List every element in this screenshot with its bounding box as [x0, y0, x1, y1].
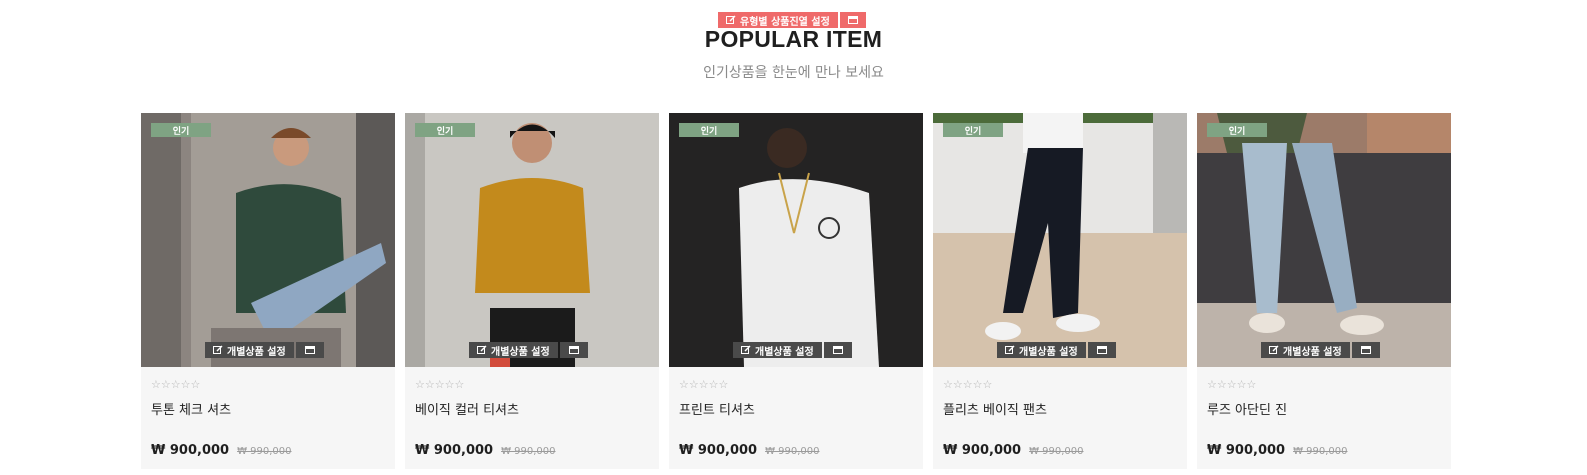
original-price: ₩ 990,000 [1029, 446, 1084, 457]
rating-stars: ☆☆☆☆☆ [415, 378, 465, 391]
item-settings: 개별상품 설정 [997, 342, 1116, 358]
sale-price: ₩ 900,000 [679, 443, 758, 458]
original-price: ₩ 990,000 [765, 446, 820, 457]
section-subtitle: 인기상품을 한눈에 만나 보세요 [703, 65, 884, 81]
window-icon [1096, 346, 1107, 354]
rating-stars: ☆☆☆☆☆ [943, 378, 993, 391]
badge-popular: 인기 [415, 123, 475, 137]
item-edit-label: 개별상품 설정 [755, 346, 814, 358]
item-edit-label: 개별상품 설정 [1019, 346, 1078, 358]
badge-popular: 인기 [1207, 123, 1267, 137]
sale-price: ₩ 900,000 [943, 443, 1022, 458]
window-icon [304, 346, 315, 354]
product-photo [669, 113, 923, 367]
edit-icon [213, 345, 223, 354]
edit-icon [726, 15, 736, 24]
edit-icon [741, 345, 751, 354]
sale-price: ₩ 900,000 [151, 443, 230, 458]
product-card[interactable]: 인기 개별상품 설정 ☆☆☆☆☆ 투톤 체크 셔츠 ₩ 900,000 ₩ 99… [141, 113, 395, 469]
item-edit-button[interactable]: 개별상품 설정 [733, 342, 822, 358]
item-edit-label: 개별상품 설정 [227, 346, 286, 358]
original-price: ₩ 990,000 [501, 446, 556, 457]
window-icon [568, 346, 579, 354]
item-edit-label: 개별상품 설정 [491, 346, 550, 358]
product-photo [141, 113, 395, 367]
edit-icon [1005, 345, 1015, 354]
window-icon [847, 16, 858, 24]
item-edit-button[interactable]: 개별상품 설정 [1261, 342, 1350, 358]
edit-icon [1269, 345, 1279, 354]
item-settings: 개별상품 설정 [469, 342, 588, 358]
product-image[interactable]: 인기 개별상품 설정 [933, 113, 1187, 367]
item-window-button[interactable] [1087, 342, 1116, 358]
badge-popular: 인기 [151, 123, 211, 137]
rating-stars: ☆☆☆☆☆ [679, 378, 729, 391]
original-price: ₩ 990,000 [237, 446, 292, 457]
product-photo [405, 113, 659, 367]
product-card[interactable]: 인기 개별상품 설정 ☆☆☆☆☆ 루즈 아단딘 진 ₩ 900,000 ₩ 99… [1197, 113, 1451, 469]
product-image[interactable]: 인기 개별상품 설정 [405, 113, 659, 367]
product-grid: 인기 개별상품 설정 ☆☆☆☆☆ 투톤 체크 셔츠 ₩ 900,000 ₩ 99… [141, 113, 1451, 469]
sale-price: ₩ 900,000 [415, 443, 494, 458]
product-name[interactable]: 루즈 아단딘 진 [1207, 399, 1441, 418]
edit-icon [477, 345, 487, 354]
product-card[interactable]: 인기 개별상품 설정 ☆☆☆☆☆ 베이직 컬러 티셔츠 ₩ 900,000 ₩ … [405, 113, 659, 469]
product-card[interactable]: 인기 개별상품 설정 ☆☆☆☆☆ 프린트 티셔츠 ₩ 900,000 ₩ 990… [669, 113, 923, 469]
item-edit-button[interactable]: 개별상품 설정 [205, 342, 294, 358]
badge-popular: 인기 [679, 123, 739, 137]
product-name[interactable]: 베이직 컬러 티셔츠 [415, 399, 649, 418]
product-name[interactable]: 플리츠 베이직 팬츠 [943, 399, 1177, 418]
product-image[interactable]: 인기 개별상품 설정 [669, 113, 923, 367]
item-window-button[interactable] [823, 342, 852, 358]
sale-price: ₩ 900,000 [1207, 443, 1286, 458]
item-edit-button[interactable]: 개별상품 설정 [469, 342, 558, 358]
rating-stars: ☆☆☆☆☆ [1207, 378, 1257, 391]
product-name[interactable]: 프린트 티셔츠 [679, 399, 913, 418]
badge-popular: 인기 [943, 123, 1003, 137]
window-icon [1360, 346, 1371, 354]
item-settings: 개별상품 설정 [733, 342, 852, 358]
section-title: POPULAR ITEM [704, 26, 883, 52]
item-edit-label: 개별상품 설정 [1283, 346, 1342, 358]
product-card[interactable]: 인기 개별상품 설정 ☆☆☆☆☆ 플리츠 베이직 팬츠 ₩ 900,000 ₩ … [933, 113, 1187, 469]
item-settings: 개별상품 설정 [1261, 342, 1380, 358]
window-icon [832, 346, 843, 354]
rating-stars: ☆☆☆☆☆ [151, 378, 201, 391]
product-name[interactable]: 투톤 체크 셔츠 [151, 399, 385, 418]
item-edit-button[interactable]: 개별상품 설정 [997, 342, 1086, 358]
item-settings: 개별상품 설정 [205, 342, 324, 358]
product-image[interactable]: 인기 개별상품 설정 [1197, 113, 1451, 367]
original-price: ₩ 990,000 [1293, 446, 1348, 457]
product-photo [1197, 113, 1451, 367]
product-image[interactable]: 인기 개별상품 설정 [141, 113, 395, 367]
item-window-button[interactable] [559, 342, 588, 358]
item-window-button[interactable] [295, 342, 324, 358]
item-window-button[interactable] [1351, 342, 1380, 358]
product-photo [933, 113, 1187, 367]
